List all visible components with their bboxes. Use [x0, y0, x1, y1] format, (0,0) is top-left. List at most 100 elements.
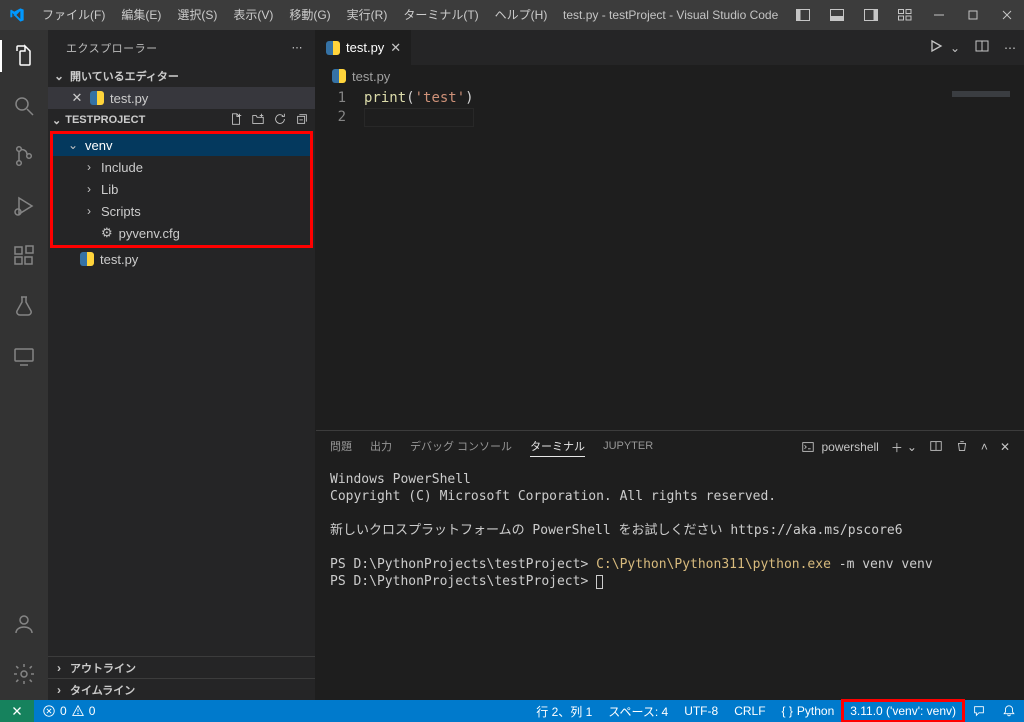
menu-view[interactable]: 表示(V) — [225, 0, 281, 30]
tree-file-pyvenv[interactable]: pyvenv.cfg — [53, 222, 310, 244]
tree-folder-venv[interactable]: ⌄ venv — [53, 134, 310, 156]
bottom-panel: 問題 出力 デバッグ コンソール ターミナル JUPYTER powershel… — [316, 430, 1024, 700]
activity-search-icon[interactable] — [0, 86, 48, 126]
panel-tab-jupyter[interactable]: JUPYTER — [603, 440, 653, 454]
panel-tab-problems[interactable]: 問題 — [330, 438, 352, 456]
terminal-shell-selector[interactable]: powershell — [801, 440, 878, 454]
menu-run[interactable]: 実行(R) — [339, 0, 396, 30]
window-maximize-button[interactable] — [956, 0, 990, 30]
tree-label: Scripts — [101, 204, 141, 219]
toggle-secondary-sidebar-icon[interactable] — [854, 0, 888, 30]
toggle-primary-sidebar-icon[interactable] — [786, 0, 820, 30]
breadcrumb-item[interactable]: test.py — [352, 69, 390, 84]
activity-remote-icon[interactable] — [0, 336, 48, 376]
code-line[interactable]: print('test') — [364, 89, 474, 108]
breadcrumbs[interactable]: test.py — [316, 65, 1024, 87]
tree-folder-lib[interactable]: Lib — [53, 178, 310, 200]
close-icon[interactable]: ✕ — [70, 90, 84, 106]
status-language-mode[interactable]: { } Python — [774, 700, 843, 722]
terminal-body[interactable]: Windows PowerShell Copyright (C) Microso… — [316, 463, 1024, 700]
status-python-interpreter[interactable]: 3.11.0 ('venv': venv) — [842, 700, 964, 722]
new-terminal-icon[interactable]: ＋ — [891, 439, 903, 456]
timeline-label: タイムライン — [70, 682, 135, 698]
activity-settings-icon[interactable] — [0, 654, 48, 694]
tab-close-icon[interactable]: ✕ — [390, 40, 401, 56]
tab-label: test.py — [346, 40, 384, 55]
activity-explorer-icon[interactable] — [0, 36, 48, 76]
activity-testing-icon[interactable] — [0, 286, 48, 326]
explorer-title: エクスプローラー — [66, 40, 158, 56]
new-terminal-dropdown-icon[interactable]: ⌄ — [907, 440, 917, 454]
python-file-icon — [90, 91, 104, 105]
split-terminal-icon[interactable] — [929, 439, 943, 456]
panel-tab-terminal[interactable]: ターミナル — [530, 438, 585, 457]
menu-file[interactable]: ファイル(F) — [34, 0, 113, 30]
activity-extensions-icon[interactable] — [0, 236, 48, 276]
terminal-line: PS D:\PythonProjects\testProject> C:\Pyt… — [330, 556, 1010, 573]
terminal-icon — [801, 440, 815, 454]
activity-bar — [0, 30, 48, 700]
panel-close-icon[interactable]: ✕ — [1000, 440, 1010, 454]
collapse-all-icon[interactable] — [295, 112, 309, 129]
menu-edit[interactable]: 編集(E) — [113, 0, 169, 30]
menu-go[interactable]: 移動(G) — [281, 0, 338, 30]
open-editors-section[interactable]: ⌄ 開いているエディター — [48, 65, 315, 87]
menu-help[interactable]: ヘルプ(H) — [487, 0, 556, 30]
explorer-panel: エクスプローラー ⋯ ⌄ 開いているエディター ✕ test.py ⌄ TEST… — [48, 30, 316, 700]
menu-selection[interactable]: 選択(S) — [169, 0, 225, 30]
status-problems[interactable]: 0 0 — [34, 700, 103, 722]
activity-run-debug-icon[interactable] — [0, 186, 48, 226]
customize-layout-icon[interactable] — [888, 0, 922, 30]
open-editor-item[interactable]: ✕ test.py — [48, 87, 315, 109]
toggle-panel-icon[interactable] — [820, 0, 854, 30]
folder-section[interactable]: ⌄ TESTPROJECT — [48, 109, 315, 131]
split-editor-icon[interactable] — [974, 38, 990, 57]
file-tree: ⌄ venv Include Lib Scripts — [48, 131, 315, 270]
status-indent[interactable]: スペース: 4 — [600, 700, 676, 722]
chevron-right-icon — [83, 160, 95, 174]
new-file-icon[interactable] — [229, 112, 243, 129]
editor-tab-testpy[interactable]: test.py ✕ — [316, 30, 412, 65]
python-file-icon — [332, 69, 346, 83]
refresh-icon[interactable] — [273, 112, 287, 129]
run-icon[interactable] — [928, 38, 944, 57]
status-encoding[interactable]: UTF-8 — [676, 700, 726, 722]
editor-actions: ⌄ ⋯ — [920, 30, 1024, 65]
editor-more-icon[interactable]: ⋯ — [1004, 41, 1016, 55]
tree-label: pyvenv.cfg — [119, 226, 180, 241]
status-eol[interactable]: CRLF — [726, 700, 773, 722]
code-editor[interactable]: 1 2 print('test') — [316, 87, 1024, 430]
window-close-button[interactable] — [990, 0, 1024, 30]
panel-tab-debug[interactable]: デバッグ コンソール — [410, 438, 512, 456]
activity-accounts-icon[interactable] — [0, 604, 48, 644]
status-remote-button[interactable] — [0, 700, 34, 722]
kill-terminal-icon[interactable] — [955, 439, 969, 456]
chevron-down-icon: ⌄ — [52, 114, 61, 127]
explorer-more-icon[interactable]: ⋯ — [292, 41, 304, 54]
tree-file-testpy[interactable]: test.py — [48, 248, 315, 270]
terminal-prompt: PS D:\PythonProjects\testProject> — [330, 574, 596, 589]
status-line-col[interactable]: 行 2、列 1 — [528, 700, 600, 722]
menu-terminal[interactable]: ターミナル(T) — [395, 0, 486, 30]
minimap[interactable] — [950, 87, 1010, 430]
code-lines[interactable]: print('test') — [364, 87, 474, 430]
python-file-icon — [326, 41, 340, 55]
tree-folder-scripts[interactable]: Scripts — [53, 200, 310, 222]
timeline-section[interactable]: タイムライン — [48, 678, 315, 700]
bell-icon — [1002, 704, 1016, 718]
status-feedback-icon[interactable] — [964, 700, 994, 722]
new-folder-icon[interactable] — [251, 112, 265, 129]
panel-maximize-icon[interactable]: ˄ — [981, 440, 988, 454]
open-editors-label: 開いているエディター — [70, 68, 179, 84]
panel-tab-output[interactable]: 出力 — [370, 438, 392, 456]
code-line-current[interactable] — [364, 108, 474, 127]
chevron-down-icon: ⌄ — [67, 138, 79, 152]
run-dropdown-icon[interactable]: ⌄ — [950, 41, 960, 55]
activity-source-control-icon[interactable] — [0, 136, 48, 176]
tree-folder-include[interactable]: Include — [53, 156, 310, 178]
window-minimize-button[interactable] — [922, 0, 956, 30]
panel-actions: powershell ＋ ⌄ ˄ ✕ — [801, 439, 1010, 456]
outline-section[interactable]: アウトライン — [48, 656, 315, 678]
status-notifications-icon[interactable] — [994, 700, 1024, 722]
line-number-gutter: 1 2 — [316, 87, 364, 430]
